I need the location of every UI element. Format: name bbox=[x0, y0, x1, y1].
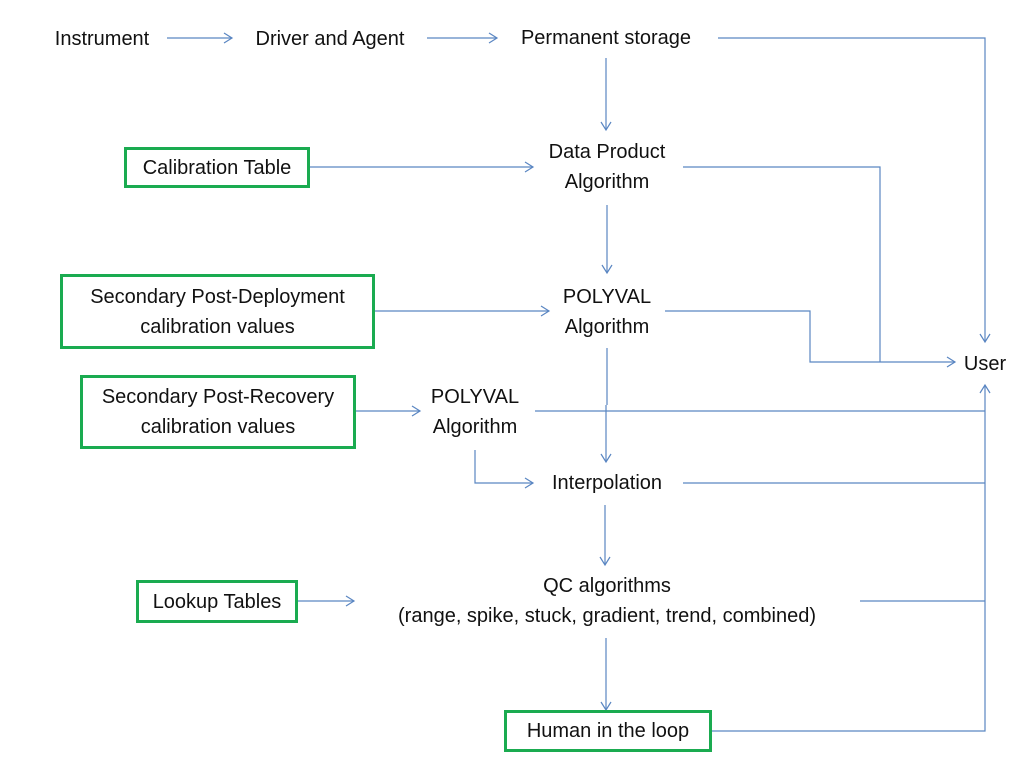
node-driver-agent: Driver and Agent bbox=[255, 28, 405, 50]
arrow-polyval-user bbox=[665, 310, 957, 368]
node-permanent-storage: Permanent storage bbox=[520, 27, 692, 49]
arrow-human-user bbox=[711, 383, 991, 732]
box-lookup-tables: Lookup Tables bbox=[136, 580, 298, 623]
line-dataproduct-user bbox=[683, 166, 881, 362]
node-line: POLYVAL bbox=[562, 286, 652, 308]
node-line: Algorithm bbox=[564, 316, 650, 338]
arrow-polyval2-interpolation bbox=[474, 450, 535, 489]
box-label: Secondary Post-Recovery bbox=[101, 386, 335, 408]
node-line: Algorithm bbox=[432, 416, 518, 438]
node-line: (range, spike, stuck, gradient, trend, c… bbox=[398, 605, 816, 627]
box-human-in-the-loop: Human in the loop bbox=[504, 710, 712, 752]
node-line: Data Product bbox=[548, 141, 666, 163]
box-secondary-post-deployment: Secondary Post-Deployment calibration va… bbox=[60, 274, 375, 349]
node-line: POLYVAL bbox=[430, 386, 520, 408]
box-label: Lookup Tables bbox=[152, 590, 282, 613]
node-qc-algorithms: QC algorithms (range, spike, stuck, grad… bbox=[398, 571, 816, 631]
node-instrument: Instrument bbox=[54, 28, 150, 50]
node-interpolation: Interpolation bbox=[551, 472, 663, 494]
box-calibration-table: Calibration Table bbox=[124, 147, 310, 188]
node-line: QC algorithms bbox=[543, 575, 671, 597]
flow-diagram: Instrument Driver and Agent Permanent st… bbox=[0, 0, 1024, 768]
node-data-product-algorithm: Data Product Algorithm bbox=[549, 137, 666, 197]
box-secondary-post-recovery: Secondary Post-Recovery calibration valu… bbox=[80, 375, 356, 449]
box-label: Human in the loop bbox=[526, 720, 690, 742]
node-polyval-algorithm-2: POLYVAL Algorithm bbox=[431, 382, 519, 442]
arrow-storage-user bbox=[718, 37, 991, 344]
node-line: Algorithm bbox=[564, 171, 650, 193]
box-label: Calibration Table bbox=[142, 156, 292, 179]
box-label: Secondary Post-Deployment bbox=[90, 285, 345, 308]
node-polyval-algorithm: POLYVAL Algorithm bbox=[563, 282, 651, 342]
arrow-polyval-interpolation bbox=[606, 348, 607, 462]
node-user: User bbox=[963, 353, 1007, 375]
box-label: calibration values bbox=[140, 315, 295, 338]
box-label: calibration values bbox=[140, 416, 296, 438]
